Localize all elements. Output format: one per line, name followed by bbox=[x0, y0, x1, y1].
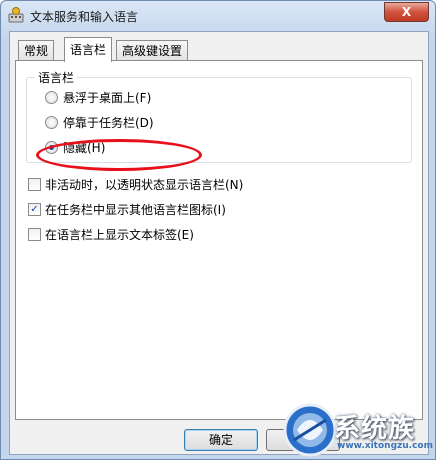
window-title: 文本服务和输入语言 bbox=[30, 10, 139, 24]
watermark-url: www.xitongzu.com bbox=[337, 441, 433, 451]
radio-dock-in-taskbar[interactable]: 停靠于任务栏(D) bbox=[45, 115, 154, 131]
checkbox-label: 在任务栏中显示其他语言栏图标(I) bbox=[45, 203, 226, 217]
globe-logo-icon bbox=[283, 403, 337, 457]
checkbox-transparent-when-inactive[interactable]: 非活动时，以透明状态显示语言栏(N) bbox=[28, 177, 243, 193]
radio-button[interactable] bbox=[45, 91, 58, 104]
checkbox-show-extra-icons-in-taskbar[interactable]: ✓ 在任务栏中显示其他语言栏图标(I) bbox=[28, 202, 226, 218]
radio-label: 悬浮于桌面上(F) bbox=[63, 91, 152, 105]
dialog-client-area: 常规 语言栏 高级键设置 语言栏 悬浮于桌面上(F) 停靠于任务栏(D) 隐藏(… bbox=[9, 31, 429, 455]
keyboard-language-icon bbox=[8, 7, 24, 23]
checkbox-label: 在语言栏上显示文本标签(E) bbox=[45, 228, 194, 242]
checkbox-label: 非活动时，以透明状态显示语言栏(N) bbox=[45, 178, 244, 192]
watermark-text: 系统族 bbox=[334, 414, 416, 444]
dialog-window: 文本服务和输入语言 X 常规 语言栏 高级键设置 语言栏 悬浮于桌面上(F) 停… bbox=[0, 0, 436, 460]
title-bar[interactable]: 文本服务和输入语言 X bbox=[1, 1, 435, 29]
group-title: 语言栏 bbox=[35, 69, 78, 86]
checkbox[interactable] bbox=[28, 178, 41, 191]
language-bar-panel: 语言栏 悬浮于桌面上(F) 停靠于任务栏(D) 隐藏(H) 非活动时，以透明状态… bbox=[15, 60, 423, 420]
radio-button[interactable] bbox=[45, 116, 58, 129]
close-button[interactable]: X bbox=[384, 2, 429, 22]
checkbox-checked[interactable]: ✓ bbox=[28, 203, 41, 216]
radio-float-on-desktop[interactable]: 悬浮于桌面上(F) bbox=[45, 90, 151, 106]
checkbox-show-text-labels[interactable]: 在语言栏上显示文本标签(E) bbox=[28, 227, 194, 243]
checkbox[interactable] bbox=[28, 228, 41, 241]
tab-language-bar[interactable]: 语言栏 bbox=[64, 37, 113, 62]
ok-button[interactable]: 确定 bbox=[184, 429, 258, 451]
tab-advanced-key-settings[interactable]: 高级键设置 bbox=[116, 40, 189, 61]
highlight-oval-annotation bbox=[36, 139, 202, 171]
watermark: 系统族 www.xitongzu.com bbox=[282, 400, 436, 460]
tab-general[interactable]: 常规 bbox=[18, 40, 55, 61]
radio-label: 停靠于任务栏(D) bbox=[63, 116, 154, 130]
